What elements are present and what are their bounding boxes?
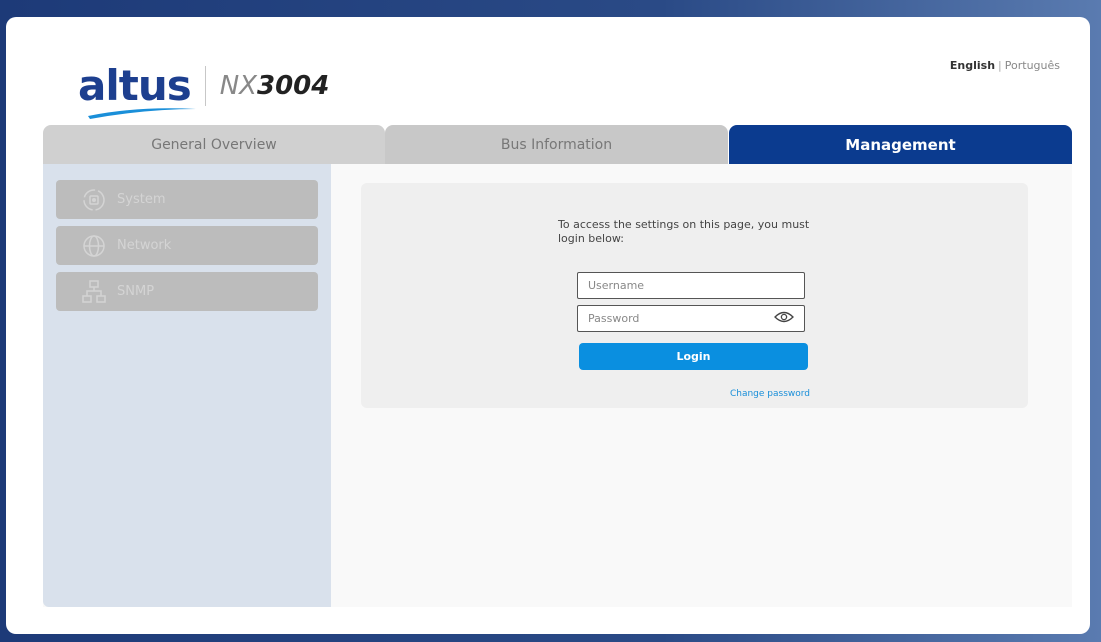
network-tree-icon bbox=[81, 279, 107, 305]
logo: altus NX3004 bbox=[78, 65, 330, 119]
login-message: To access the settings on this page, you… bbox=[558, 218, 810, 245]
login-button[interactable]: Login bbox=[579, 343, 808, 370]
change-password-link[interactable]: Change password bbox=[730, 389, 810, 399]
language-switcher: English | Português bbox=[950, 59, 1060, 72]
login-panel: To access the settings on this page, you… bbox=[361, 183, 1028, 408]
lang-english[interactable]: English bbox=[950, 59, 995, 72]
logo-swoosh-icon bbox=[88, 108, 196, 119]
username-placeholder: Username bbox=[588, 279, 645, 292]
password-placeholder: Password bbox=[588, 312, 640, 325]
sidebar: System Network SNMP bbox=[43, 164, 331, 607]
eye-icon[interactable] bbox=[774, 311, 794, 326]
gear-refresh-icon bbox=[81, 187, 107, 213]
sidebar-item-system[interactable]: System bbox=[56, 180, 318, 219]
sidebar-item-network[interactable]: Network bbox=[56, 226, 318, 265]
tab-bus-information[interactable]: Bus Information bbox=[385, 125, 728, 164]
altus-logo: altus bbox=[78, 65, 196, 119]
sidebar-item-label: SNMP bbox=[117, 284, 155, 299]
tab-bar: General Overview Bus Information Managem… bbox=[43, 125, 1072, 164]
globe-icon bbox=[81, 233, 107, 259]
sidebar-item-snmp[interactable]: SNMP bbox=[56, 272, 318, 311]
logo-divider bbox=[204, 66, 206, 106]
lang-separator: | bbox=[998, 59, 1002, 72]
tab-general-overview[interactable]: General Overview bbox=[43, 125, 385, 164]
main-content: System Network SNMP To access the settin… bbox=[43, 164, 1072, 607]
model-prefix: NX bbox=[219, 71, 257, 101]
lang-portugues[interactable]: Português bbox=[1005, 59, 1060, 72]
logo-text: altus bbox=[78, 61, 192, 110]
password-field[interactable]: Password bbox=[577, 305, 805, 332]
sidebar-item-label: Network bbox=[117, 238, 172, 253]
username-field[interactable]: Username bbox=[577, 272, 805, 299]
model-number: 3004 bbox=[256, 71, 330, 101]
model-name: NX3004 bbox=[220, 71, 330, 101]
sidebar-item-label: System bbox=[117, 192, 166, 207]
tab-management[interactable]: Management bbox=[729, 125, 1072, 164]
